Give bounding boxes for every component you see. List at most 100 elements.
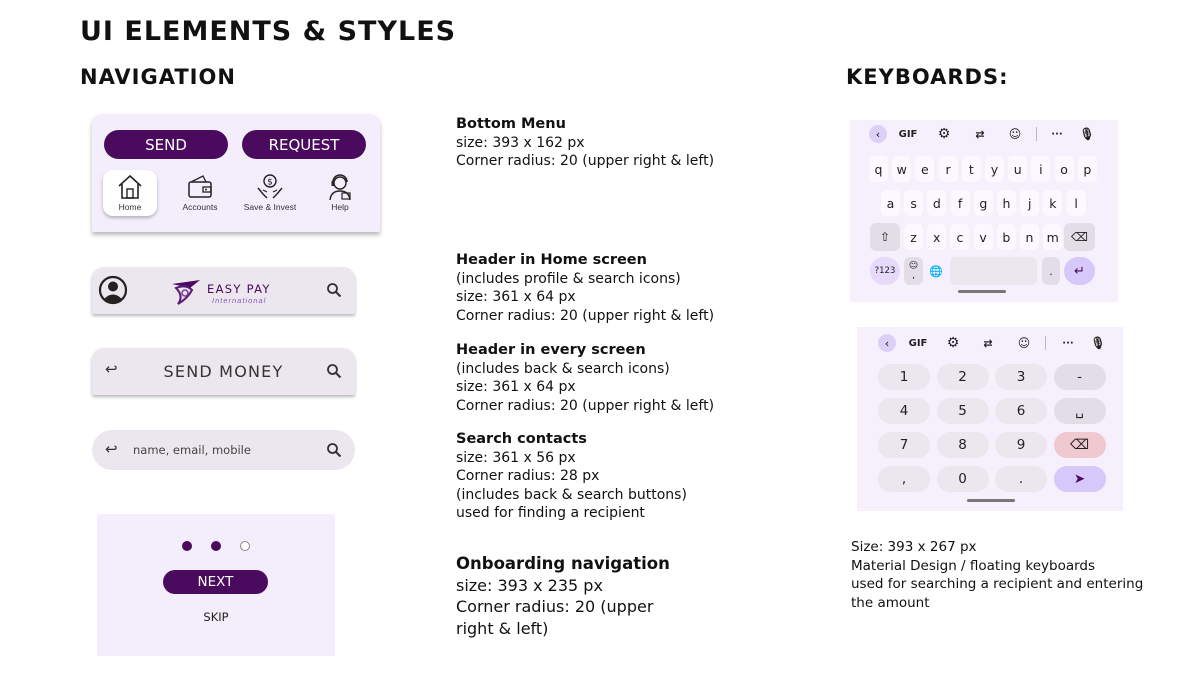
- more-icon[interactable]: ···: [1059, 335, 1077, 351]
- page-title: UI ELEMENTS & STYLES: [80, 16, 457, 47]
- page-dot-active[interactable]: [182, 541, 192, 551]
- page-dot-active[interactable]: [211, 541, 221, 551]
- next-button[interactable]: NEXT: [163, 570, 268, 594]
- globe-icon[interactable]: 🌐: [928, 263, 944, 279]
- key-minus[interactable]: -: [1053, 364, 1106, 390]
- description-line: (includes back & search buttons): [456, 486, 687, 503]
- search-contacts-bar[interactable]: ↩ name, email, mobile: [92, 430, 355, 470]
- key-n[interactable]: n: [1020, 224, 1039, 250]
- key-8[interactable]: 8: [936, 432, 989, 458]
- key-d[interactable]: d: [927, 190, 947, 216]
- key-y[interactable]: y: [985, 156, 1004, 182]
- key-z[interactable]: z: [904, 224, 923, 250]
- sticker-icon[interactable]: ☺: [1015, 335, 1033, 351]
- home-header: EASY PAY International: [92, 267, 355, 314]
- nav-item-accounts[interactable]: Accounts: [172, 170, 228, 216]
- description-line: Corner radius: 20 (upper right & left): [456, 307, 715, 324]
- key-r[interactable]: r: [938, 156, 958, 182]
- search-icon[interactable]: [326, 442, 342, 458]
- bottom-menu-description: Bottom Menu size: 393 x 162 px Corner ra…: [456, 115, 714, 171]
- key-3[interactable]: 3: [995, 364, 1047, 390]
- key-j[interactable]: j: [1020, 190, 1040, 216]
- enter-key[interactable]: ↵: [1064, 257, 1095, 285]
- description-line: right & left): [456, 618, 549, 638]
- key-c[interactable]: c: [950, 224, 970, 250]
- key-k[interactable]: k: [1043, 190, 1063, 216]
- logo-sub-text: International: [212, 296, 267, 305]
- key-backspace[interactable]: ⌫: [1053, 432, 1106, 458]
- comma-label: ,: [912, 271, 915, 281]
- gear-icon[interactable]: ⚙: [935, 126, 953, 142]
- key-1[interactable]: 1: [878, 364, 930, 390]
- profile-icon[interactable]: [98, 275, 128, 305]
- key-space[interactable]: ␣: [1053, 398, 1106, 424]
- gif-button[interactable]: GIF: [899, 126, 918, 142]
- microphone-icon[interactable]: 🎙: [1089, 335, 1107, 351]
- translate-icon[interactable]: ⇄: [971, 126, 989, 142]
- period-key[interactable]: .: [1042, 257, 1060, 285]
- nav-item-help[interactable]: Help: [312, 170, 368, 216]
- key-send[interactable]: ➤: [1053, 466, 1106, 492]
- key-v[interactable]: v: [973, 224, 993, 250]
- chevron-left-icon[interactable]: ‹: [878, 334, 896, 352]
- navigation-heading: NAVIGATION: [80, 65, 236, 89]
- key-p[interactable]: p: [1077, 156, 1097, 182]
- number-keyboard: ‹ GIF ⚙ ⇄ ☺ ··· 🎙 1 2 3- 4 5 6 ␣ 7 8 9 ⌫, 0. ➤: [857, 327, 1123, 511]
- gear-icon[interactable]: ⚙: [944, 335, 962, 351]
- key-g[interactable]: g: [973, 190, 993, 216]
- key-m[interactable]: m: [1043, 224, 1063, 250]
- space-key[interactable]: [950, 257, 1037, 285]
- key-4[interactable]: 4: [878, 398, 930, 424]
- send-button[interactable]: SEND: [104, 130, 228, 159]
- key-l[interactable]: l: [1066, 190, 1086, 216]
- key-period[interactable]: .: [995, 466, 1047, 492]
- key-t[interactable]: t: [961, 156, 981, 182]
- page-dot-inactive[interactable]: [240, 541, 250, 551]
- more-icon[interactable]: ···: [1048, 126, 1066, 142]
- shift-key[interactable]: ⇧: [870, 223, 900, 251]
- header-title: SEND MONEY: [163, 362, 284, 381]
- symbols-key[interactable]: ?123: [870, 257, 900, 285]
- key-f[interactable]: f: [950, 190, 970, 216]
- key-i[interactable]: i: [1031, 156, 1051, 182]
- key-2[interactable]: 2: [936, 364, 989, 390]
- nav-label-save-invest: Save & Invest: [243, 202, 297, 212]
- key-q[interactable]: q: [869, 156, 888, 182]
- translate-icon[interactable]: ⇄: [979, 335, 997, 351]
- search-icon[interactable]: [326, 282, 342, 298]
- chevron-left-icon[interactable]: ‹: [869, 125, 887, 143]
- key-6[interactable]: 6: [995, 398, 1047, 424]
- microphone-icon[interactable]: 🎙: [1078, 126, 1096, 142]
- gif-button[interactable]: GIF: [909, 335, 928, 351]
- key-7[interactable]: 7: [878, 432, 930, 458]
- emoji-comma-key[interactable]: ☺,: [904, 257, 923, 285]
- key-e[interactable]: e: [915, 156, 935, 182]
- skip-link[interactable]: SKIP: [97, 610, 335, 624]
- back-arrow-icon[interactable]: ↩: [105, 440, 118, 458]
- key-a[interactable]: a: [881, 190, 900, 216]
- description-line: used for finding a recipient: [456, 505, 645, 522]
- key-w[interactable]: w: [892, 156, 912, 182]
- toolbar-divider: [1045, 336, 1046, 350]
- search-icon[interactable]: [326, 363, 342, 379]
- key-o[interactable]: o: [1054, 156, 1074, 182]
- nav-item-save-invest[interactable]: $ Save & Invest: [242, 170, 298, 216]
- nav-item-home[interactable]: Home: [103, 170, 157, 216]
- key-9[interactable]: 9: [995, 432, 1047, 458]
- key-comma[interactable]: ,: [878, 466, 930, 492]
- bottom-menu: SEND REQUEST Home Accounts $ Save & Inve…: [92, 114, 380, 232]
- key-s[interactable]: s: [904, 190, 924, 216]
- key-5[interactable]: 5: [936, 398, 989, 424]
- description-title: Search contacts: [456, 431, 587, 447]
- key-h[interactable]: h: [997, 190, 1016, 216]
- key-0[interactable]: 0: [936, 466, 989, 492]
- request-button[interactable]: REQUEST: [242, 130, 366, 159]
- key-b[interactable]: b: [996, 224, 1016, 250]
- search-contacts-placeholder[interactable]: name, email, mobile: [133, 443, 251, 457]
- description-line: used for searching a recipient and enter…: [851, 576, 1144, 593]
- description-line: size: 393 x 235 px: [456, 575, 603, 595]
- key-u[interactable]: u: [1008, 156, 1028, 182]
- key-x[interactable]: x: [927, 224, 947, 250]
- sticker-icon[interactable]: ☺: [1006, 126, 1024, 142]
- backspace-key[interactable]: ⌫: [1064, 223, 1095, 251]
